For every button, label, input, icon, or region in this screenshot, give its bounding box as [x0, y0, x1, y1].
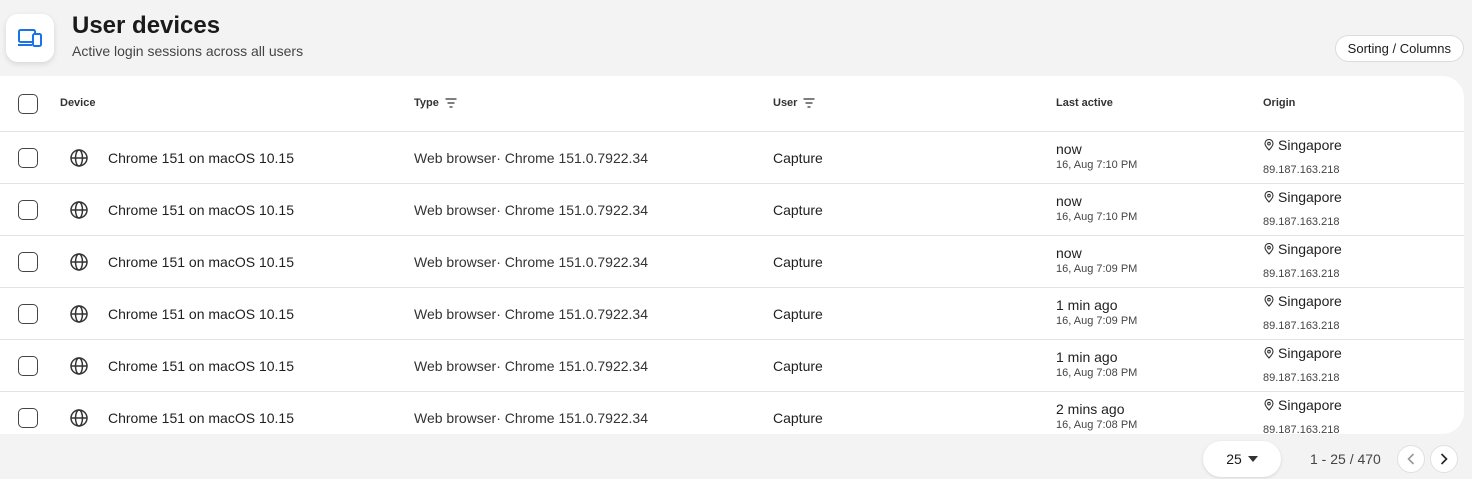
- origin-ip: 89.187.163.218: [1263, 164, 1340, 176]
- last-active: 2 mins ago: [1056, 401, 1125, 417]
- origin-city: Singapore: [1263, 189, 1342, 205]
- table-row[interactable]: Chrome 151 on macOS 10.15 Web browser· C…: [0, 132, 1464, 184]
- column-last-active-label: Last active: [1056, 97, 1113, 109]
- origin-city: Singapore: [1263, 137, 1342, 153]
- user-name: Capture: [773, 254, 823, 270]
- column-user[interactable]: User: [773, 97, 815, 109]
- origin-city: Singapore: [1263, 397, 1342, 413]
- device-type: Web browser· Chrome 151.0.7922.34: [414, 254, 648, 270]
- user-name: Capture: [773, 150, 823, 166]
- table-row[interactable]: Chrome 151 on macOS 10.15 Web browser· C…: [0, 392, 1464, 434]
- select-all-checkbox[interactable]: [18, 94, 38, 114]
- location-pin-icon: [1264, 243, 1274, 255]
- next-page-button[interactable]: [1430, 445, 1458, 473]
- globe-icon: [70, 305, 88, 323]
- device-type: Web browser· Chrome 151.0.7922.34: [414, 202, 648, 218]
- page-size-select[interactable]: 25: [1203, 441, 1281, 477]
- user-name: Capture: [773, 306, 823, 322]
- location-pin-icon: [1264, 139, 1274, 151]
- filter-icon[interactable]: [803, 98, 815, 108]
- last-active: now: [1056, 193, 1082, 209]
- page-title: User devices: [72, 12, 221, 39]
- origin-ip: 89.187.163.218: [1263, 372, 1340, 384]
- chevron-left-icon: [1407, 453, 1415, 465]
- origin-city-label: Singapore: [1278, 241, 1342, 257]
- last-active-time: 16, Aug 7:09 PM: [1056, 315, 1138, 327]
- globe-icon: [70, 149, 88, 167]
- origin-city: Singapore: [1263, 345, 1342, 361]
- page-subtitle: Active login sessions across all users: [72, 43, 304, 59]
- origin-city-label: Singapore: [1278, 189, 1342, 205]
- globe-icon: [70, 253, 88, 271]
- chevron-right-icon: [1440, 453, 1448, 465]
- table-row[interactable]: Chrome 151 on macOS 10.15 Web browser· C…: [0, 288, 1464, 340]
- column-device[interactable]: Device: [60, 97, 95, 109]
- row-checkbox[interactable]: [18, 356, 38, 376]
- filter-icon[interactable]: [445, 98, 457, 108]
- row-checkbox[interactable]: [18, 148, 38, 168]
- origin-city-label: Singapore: [1278, 137, 1342, 153]
- table-header: Device Type User Last active Origin: [0, 76, 1464, 132]
- devices-table: Device Type User Last active Origin Chro…: [0, 76, 1464, 434]
- location-pin-icon: [1264, 295, 1274, 307]
- column-type-label: Type: [414, 97, 439, 109]
- last-active-time: 16, Aug 7:09 PM: [1056, 263, 1138, 275]
- device-name: Chrome 151 on macOS 10.15: [108, 358, 294, 374]
- location-pin-icon: [1264, 347, 1274, 359]
- column-last-active[interactable]: Last active: [1056, 97, 1113, 109]
- row-checkbox[interactable]: [18, 252, 38, 272]
- globe-icon: [70, 201, 88, 219]
- device-name: Chrome 151 on macOS 10.15: [108, 306, 294, 322]
- column-origin-label: Origin: [1263, 97, 1296, 109]
- table-row[interactable]: Chrome 151 on macOS 10.15 Web browser· C…: [0, 340, 1464, 392]
- origin-ip: 89.187.163.218: [1263, 216, 1340, 228]
- globe-icon: [70, 357, 88, 375]
- origin-city-label: Singapore: [1278, 397, 1342, 413]
- origin-city-label: Singapore: [1278, 345, 1342, 361]
- last-active-time: 16, Aug 7:10 PM: [1056, 159, 1138, 171]
- origin-city: Singapore: [1263, 241, 1342, 257]
- origin-ip: 89.187.163.218: [1263, 320, 1340, 332]
- last-active: 1 min ago: [1056, 297, 1118, 313]
- devices-icon: [6, 14, 54, 62]
- last-active-time: 16, Aug 7:10 PM: [1056, 211, 1138, 223]
- row-checkbox[interactable]: [18, 304, 38, 324]
- column-device-label: Device: [60, 97, 96, 109]
- origin-city-label: Singapore: [1278, 293, 1342, 309]
- origin-ip: 89.187.163.218: [1263, 424, 1340, 434]
- user-name: Capture: [773, 410, 823, 426]
- device-name: Chrome 151 on macOS 10.15: [108, 254, 294, 270]
- column-type[interactable]: Type: [414, 97, 457, 109]
- column-origin[interactable]: Origin: [1263, 97, 1295, 109]
- sorting-columns-button[interactable]: Sorting / Columns: [1334, 35, 1464, 62]
- table-row[interactable]: Chrome 151 on macOS 10.15 Web browser· C…: [0, 184, 1464, 236]
- caret-down-icon: [1247, 456, 1258, 462]
- last-active: now: [1056, 245, 1082, 261]
- device-type: Web browser· Chrome 151.0.7922.34: [414, 410, 648, 426]
- row-checkbox[interactable]: [18, 408, 38, 428]
- location-pin-icon: [1264, 399, 1274, 411]
- previous-page-button[interactable]: [1397, 445, 1425, 473]
- last-active-time: 16, Aug 7:08 PM: [1056, 367, 1138, 379]
- device-type: Web browser· Chrome 151.0.7922.34: [414, 306, 648, 322]
- device-name: Chrome 151 on macOS 10.15: [108, 202, 294, 218]
- origin-city: Singapore: [1263, 293, 1342, 309]
- last-active: 1 min ago: [1056, 349, 1118, 365]
- last-active: now: [1056, 141, 1082, 157]
- page-size-value: 25: [1226, 451, 1242, 467]
- user-name: Capture: [773, 202, 823, 218]
- column-user-label: User: [773, 97, 798, 109]
- location-pin-icon: [1264, 191, 1274, 203]
- globe-icon: [70, 409, 88, 427]
- device-name: Chrome 151 on macOS 10.15: [108, 410, 294, 426]
- table-row[interactable]: Chrome 151 on macOS 10.15 Web browser· C…: [0, 236, 1464, 288]
- user-name: Capture: [773, 358, 823, 374]
- pagination-range: 1 - 25 / 470: [1310, 451, 1381, 467]
- origin-ip: 89.187.163.218: [1263, 268, 1340, 280]
- device-name: Chrome 151 on macOS 10.15: [108, 150, 294, 166]
- last-active-time: 16, Aug 7:08 PM: [1056, 419, 1138, 431]
- device-type: Web browser· Chrome 151.0.7922.34: [414, 358, 648, 374]
- device-type: Web browser· Chrome 151.0.7922.34: [414, 150, 648, 166]
- row-checkbox[interactable]: [18, 200, 38, 220]
